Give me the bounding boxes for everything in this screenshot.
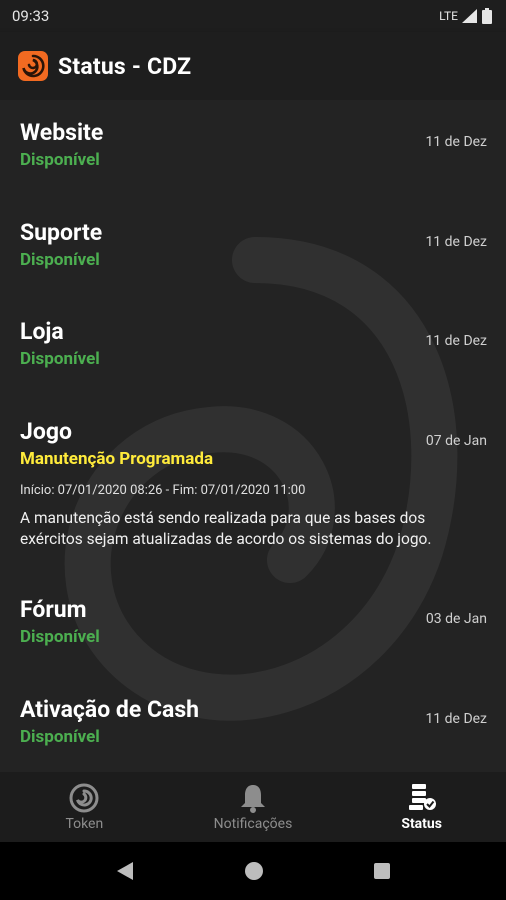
service-name: Loja (20, 318, 64, 345)
nav-tab-token[interactable]: Token (9, 782, 159, 832)
status-date: 03 de Jan (425, 611, 487, 627)
app-bar: Status - CDZ (0, 32, 506, 100)
back-icon[interactable] (115, 860, 135, 882)
battery-icon (482, 8, 492, 24)
list-item[interactable]: Website 11 de Dez Disponível (0, 118, 506, 172)
nav-label: Notificações (213, 816, 293, 832)
clock: 09:33 (12, 7, 50, 25)
server-status-icon (408, 784, 436, 810)
signal-icon (462, 9, 477, 23)
status-date: 11 de Dez (425, 333, 487, 349)
status-label: Disponível (20, 150, 100, 170)
service-status-list[interactable]: Website 11 de Dez Disponível Suporte 11 … (0, 100, 506, 772)
maintenance-period: Início: 07/01/2020 08:26 - Fim: 07/01/20… (20, 483, 306, 498)
list-item[interactable]: Loja 11 de Dez Disponível (0, 317, 506, 371)
status-label: Disponível (20, 627, 100, 647)
status-date: 11 de Dez (425, 711, 487, 727)
network-type: LTE (439, 9, 458, 23)
list-item[interactable]: Fórum 03 de Jan Disponível (0, 595, 506, 649)
bell-icon (240, 785, 265, 813)
service-name: Ativação de Cash (20, 696, 200, 723)
service-name: Fórum (20, 596, 87, 623)
page-title: Status - CDZ (58, 52, 192, 80)
system-navigation-bar (0, 842, 506, 900)
system-status-bar: 09:33 LTE (0, 0, 506, 32)
service-name: Jogo (20, 418, 72, 445)
status-label: Disponível (20, 250, 100, 270)
bottom-navigation: Token Notificações Status (0, 772, 506, 842)
status-label: Disponível (20, 727, 100, 747)
status-label: Disponível (20, 349, 100, 369)
nav-label: Token (65, 816, 104, 832)
service-name: Suporte (20, 219, 103, 246)
status-icons: LTE (439, 8, 492, 24)
list-item[interactable]: Ativação de Cash 11 de Dez Disponível (0, 695, 506, 749)
service-name: Website (20, 119, 104, 146)
swirl-icon (69, 783, 99, 813)
recents-icon[interactable] (373, 862, 391, 880)
list-item[interactable]: Suporte 11 de Dez Disponível (0, 218, 506, 272)
status-date: 07 de Jan (425, 433, 487, 449)
list-item[interactable]: Jogo 07 de Jan Manutenção Programada Iní… (0, 417, 506, 550)
nav-tab-notifications[interactable]: Notificações (178, 782, 328, 832)
nav-tab-status[interactable]: Status (347, 782, 497, 832)
maintenance-description: A manutenção está sendo realizada para q… (20, 509, 432, 548)
app-logo-icon (18, 51, 48, 81)
status-label: Manutenção Programada (20, 449, 214, 469)
nav-label: Status (401, 816, 442, 832)
status-date: 11 de Dez (425, 234, 487, 250)
home-icon[interactable] (244, 861, 264, 881)
status-date: 11 de Dez (425, 134, 487, 150)
